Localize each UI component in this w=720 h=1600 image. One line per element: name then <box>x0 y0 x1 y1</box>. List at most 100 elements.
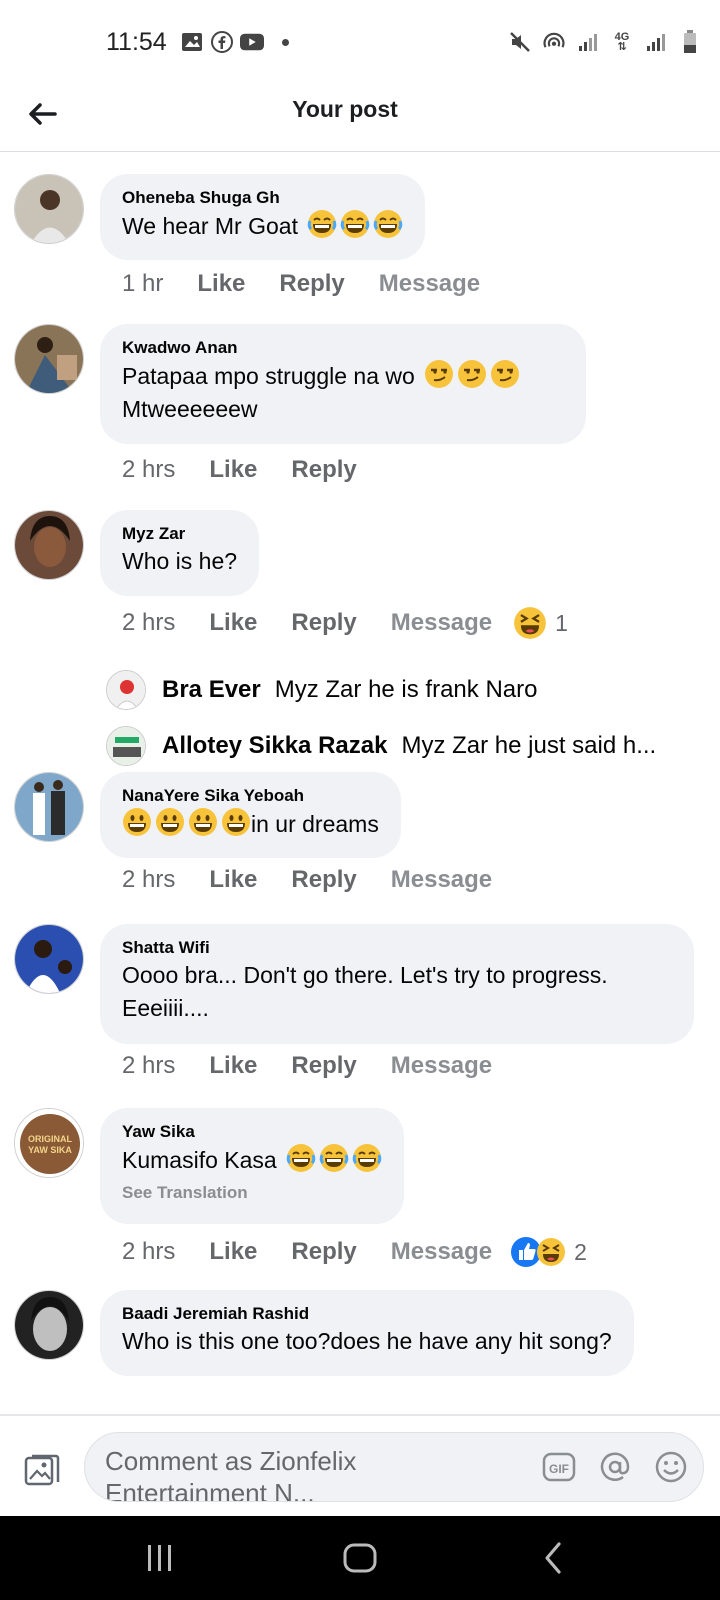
comment-text: Oooo bra... Don't go there. Let's try to… <box>122 962 608 988</box>
comment-text-body: We hear Mr Goat <box>122 213 298 239</box>
comment-text-body: Kumasifo Kasa <box>122 1147 277 1173</box>
message-button[interactable]: Message <box>391 609 492 637</box>
like-button[interactable]: Like <box>209 866 257 894</box>
message-button[interactable]: Message <box>391 1238 492 1266</box>
avatar[interactable] <box>14 174 84 244</box>
avatar[interactable] <box>14 772 84 842</box>
facebook-icon <box>210 30 234 54</box>
comment-time: 2 hrs <box>122 1052 176 1079</box>
commenter-name[interactable]: Baadi Jeremiah Rashid <box>122 1303 612 1325</box>
status-notification-icons <box>180 30 289 54</box>
svg-text:YAW SIKA: YAW SIKA <box>28 1145 72 1155</box>
comment-time: 2 hrs <box>122 609 176 636</box>
reaction-count: 2 <box>574 1238 587 1265</box>
reply-button[interactable]: Reply <box>291 1238 356 1266</box>
status-time: 11:54 <box>106 28 167 56</box>
reply-text: Myz Zar he just said h... <box>401 732 657 759</box>
smirk-emoji-icon <box>424 359 454 389</box>
reply-button[interactable]: Reply <box>291 609 356 637</box>
status-bar: 11:54 4G ⇅ <box>0 0 720 88</box>
comment-bubble[interactable]: NanaYere Sika Yeboah in ur dreams <box>100 772 401 858</box>
grin-emoji-icon <box>122 807 152 837</box>
comment-bubble[interactable]: Yaw Sika Kumasifo Kasa See Translation <box>100 1108 405 1224</box>
like-button[interactable]: Like <box>197 270 245 298</box>
reply-button[interactable]: Reply <box>291 1052 356 1080</box>
comment-text-body: in ur dreams <box>251 811 379 837</box>
reaction-summary[interactable]: 2 <box>510 1236 587 1268</box>
app-header: Your post <box>0 80 720 152</box>
reply-author[interactable]: Allotey Sikka Razak <box>162 732 387 760</box>
comment-input[interactable]: Comment as Zionfelix Entertainment N... … <box>84 1432 704 1502</box>
reply-author[interactable]: Bra Ever <box>162 676 261 704</box>
see-translation-link[interactable]: See Translation <box>122 1183 382 1203</box>
commenter-name[interactable]: Shatta Wifi <box>122 937 672 959</box>
dot-icon <box>282 38 289 46</box>
like-button[interactable]: Like <box>209 1238 257 1266</box>
smirk-emoji-icon <box>457 359 487 389</box>
gif-label: GIF <box>549 1462 569 1476</box>
reply-button[interactable]: Reply <box>291 456 356 484</box>
photo-icon <box>24 1454 60 1486</box>
avatar[interactable] <box>14 1290 84 1360</box>
comment-bubble[interactable]: Shatta Wifi Oooo bra... Don't go there. … <box>100 924 694 1044</box>
like-button[interactable]: Like <box>209 1052 257 1080</box>
reply-preview[interactable]: Bra Ever Myz Zar he is frank Naro <box>106 670 537 710</box>
mute-icon <box>508 30 532 54</box>
comment-text-line2: Eeeiiii.... <box>122 995 209 1021</box>
comment-time: 2 hrs <box>122 866 176 893</box>
photo-button[interactable] <box>22 1450 62 1490</box>
like-button[interactable]: Like <box>209 609 257 637</box>
comment-actions: 2 hrs Like Reply Message <box>122 866 510 894</box>
avatar[interactable]: ORIGINAL YAW SIKA <box>14 1108 84 1178</box>
avatar[interactable] <box>14 324 84 394</box>
comment-text-line2: Mtweeeeeew <box>122 396 258 422</box>
reply-button[interactable]: Reply <box>279 270 344 298</box>
comment-bubble[interactable]: Kwadwo Anan Patapaa mpo struggle na wo M… <box>100 324 586 444</box>
gif-icon[interactable]: GIF <box>541 1449 577 1485</box>
joy-emoji-icon <box>352 1143 382 1173</box>
comment-text: Patapaa mpo struggle na wo <box>122 359 564 393</box>
image-icon <box>180 30 204 54</box>
reply-preview[interactable]: Allotey Sikka Razak Myz Zar he just said… <box>106 726 656 766</box>
message-button[interactable]: Message <box>391 866 492 894</box>
comment-text: Who is he? <box>122 548 238 574</box>
youtube-icon <box>240 30 264 54</box>
commenter-name[interactable]: Kwadwo Anan <box>122 337 564 359</box>
comment-actions: 2 hrs Like Reply Message 1 <box>122 606 568 640</box>
grin-emoji-icon <box>221 807 251 837</box>
battery-icon <box>678 30 702 54</box>
commenter-name[interactable]: Oheneba Shuga Gh <box>122 187 403 209</box>
laughing-emoji-icon <box>536 1237 566 1267</box>
message-button[interactable]: Message <box>379 270 480 298</box>
reply-button[interactable]: Reply <box>291 866 356 894</box>
comment-actions: 2 hrs Like Reply Message <box>122 1052 510 1080</box>
system-nav-bar <box>0 1516 720 1600</box>
home-button[interactable] <box>340 1538 380 1578</box>
message-button[interactable]: Message <box>391 1052 492 1080</box>
avatar[interactable] <box>14 924 84 994</box>
back-nav-button[interactable] <box>534 1538 574 1578</box>
composer-tools: GIF <box>541 1449 689 1485</box>
avatar[interactable] <box>14 510 84 580</box>
comment-bubble[interactable]: Myz Zar Who is he? <box>100 510 260 596</box>
grin-emoji-icon <box>188 807 218 837</box>
commenter-name[interactable]: Yaw Sika <box>122 1121 382 1143</box>
joy-emoji-icon <box>373 209 403 239</box>
comment-actions: 2 hrs Like Reply Message 2 <box>122 1236 587 1268</box>
comment-bubble[interactable]: Baadi Jeremiah Rashid Who is this one to… <box>100 1290 634 1376</box>
grin-emoji-icon <box>155 807 185 837</box>
comment-input-placeholder: Comment as Zionfelix Entertainment N... <box>105 1446 357 1502</box>
like-button[interactable]: Like <box>209 456 257 484</box>
comment-text: Who is this one too?does he have any hit… <box>122 1328 612 1354</box>
avatar[interactable] <box>106 726 146 766</box>
emoji-icon[interactable] <box>653 1449 689 1485</box>
reaction-summary[interactable]: 1 <box>510 606 568 640</box>
commenter-name[interactable]: Myz Zar <box>122 523 237 545</box>
comment-bubble[interactable]: Oheneba Shuga Gh We hear Mr Goat <box>100 174 426 260</box>
mention-icon[interactable] <box>597 1449 633 1485</box>
smirk-emoji-icon <box>490 359 520 389</box>
avatar[interactable] <box>106 670 146 710</box>
joy-emoji-icon <box>307 209 337 239</box>
commenter-name[interactable]: NanaYere Sika Yeboah <box>122 785 379 807</box>
recent-apps-button[interactable] <box>140 1538 180 1578</box>
